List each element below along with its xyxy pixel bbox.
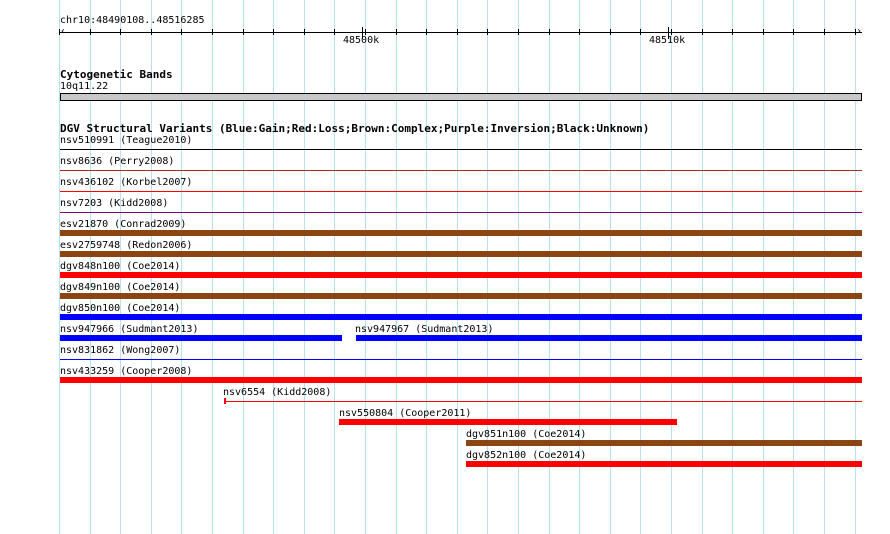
feature-line-nsv831862[interactable]: [60, 359, 862, 360]
grid-line: [793, 0, 794, 534]
grid-line: [212, 0, 213, 534]
feature-bar-nsv947966[interactable]: [60, 335, 342, 341]
feature-bar-dgv848n100[interactable]: [60, 272, 862, 278]
ruler-minor-tick: [487, 29, 488, 35]
feature-label-nsv510991[interactable]: nsv510991 (Teague2010): [60, 135, 192, 147]
ruler-minor-tick: [702, 29, 703, 35]
ruler-minor-tick: [212, 29, 213, 35]
grid-line: [732, 0, 733, 534]
feature-line-nsv8636[interactable]: [60, 170, 862, 171]
grid-line: [671, 0, 672, 534]
feature-line-nsv510991[interactable]: [60, 149, 862, 150]
ruler-minor-tick: [579, 29, 580, 35]
location-label: chr10:48490108..48516285: [60, 15, 205, 26]
ruler-minor-tick: [518, 29, 519, 35]
ruler-minor-tick: [181, 29, 182, 35]
dgv-track-title: DGV Structural Variants (Blue:Gain;Red:L…: [60, 122, 650, 135]
feature-bar-dgv851n100[interactable]: [466, 440, 862, 446]
feature-label-nsv6554[interactable]: nsv6554 (Kidd2008): [223, 387, 331, 399]
ruler-minor-tick: [549, 29, 550, 35]
grid-line: [763, 0, 764, 534]
feature-line-nsv436102[interactable]: [60, 191, 862, 192]
feature-line-nsv6554[interactable]: [226, 401, 862, 402]
ruler-minor-tick: [334, 29, 335, 35]
feature-bar-dgv852n100[interactable]: [466, 461, 862, 467]
ruler-minor-tick: [793, 29, 794, 35]
feature-bar-nsv550804[interactable]: [339, 419, 677, 425]
ruler-minor-tick: [855, 29, 856, 35]
ruler-left-arrow-icon: ‹: [60, 26, 67, 37]
feature-line-nsv7203[interactable]: [60, 212, 862, 213]
ruler-minor-tick: [640, 29, 641, 35]
ruler-minor-tick: [457, 29, 458, 35]
feature-label-nsv7203[interactable]: nsv7203 (Kidd2008): [60, 198, 168, 210]
grid-line: [824, 0, 825, 534]
grid-line: [304, 0, 305, 534]
genome-browser: chr10:48490108..48516285 ‹ › 48500k 4851…: [0, 0, 890, 534]
grid-line: [457, 0, 458, 534]
feature-bar-dgv849n100[interactable]: [60, 293, 862, 299]
ruler-minor-tick: [304, 29, 305, 35]
grid-line: [426, 0, 427, 534]
feature-bar-esv21870[interactable]: [60, 230, 862, 236]
ruler-minor-tick: [824, 29, 825, 35]
grid-line: [334, 0, 335, 534]
grid-line: [181, 0, 182, 534]
grid-line: [855, 0, 856, 534]
ruler-minor-tick: [120, 29, 121, 35]
ruler-minor-tick: [151, 29, 152, 35]
ruler-minor-tick: [243, 29, 244, 35]
ruler-minor-tick: [610, 29, 611, 35]
ruler-minor-tick: [732, 29, 733, 35]
feature-bar-dgv850n100[interactable]: [60, 314, 862, 320]
ruler-minor-tick: [59, 29, 60, 35]
ruler-minor-tick: [396, 29, 397, 35]
cytoband-bar[interactable]: [60, 93, 862, 101]
feature-bar-nsv433259[interactable]: [60, 377, 862, 383]
grid-line: [396, 0, 397, 534]
grid-line: [610, 0, 611, 534]
feature-label-nsv436102[interactable]: nsv436102 (Korbel2007): [60, 177, 192, 189]
ruler-tick-label: 48510k: [649, 35, 686, 46]
cytoband-track-title: Cytogenetic Bands: [60, 68, 173, 81]
ruler-minor-tick: [426, 29, 427, 35]
grid-line: [365, 0, 366, 534]
grid-line: [273, 0, 274, 534]
feature-label-nsv8636[interactable]: nsv8636 (Perry2008): [60, 156, 174, 168]
ruler-minor-tick: [763, 29, 764, 35]
feature-bar-esv2759748[interactable]: [60, 251, 862, 257]
feature-bar-nsv947967[interactable]: [356, 335, 862, 341]
ruler-tick-label: 48500k: [343, 35, 380, 46]
ruler-right-arrow-icon: ›: [856, 26, 863, 37]
feature-label-nsv831862[interactable]: nsv831862 (Wong2007): [60, 345, 180, 357]
cytoband-label: 10q11.22: [60, 81, 109, 92]
ruler-minor-tick: [273, 29, 274, 35]
grid-line: [640, 0, 641, 534]
ruler-minor-tick: [90, 29, 91, 35]
grid-line: [243, 0, 244, 534]
grid-line: [702, 0, 703, 534]
